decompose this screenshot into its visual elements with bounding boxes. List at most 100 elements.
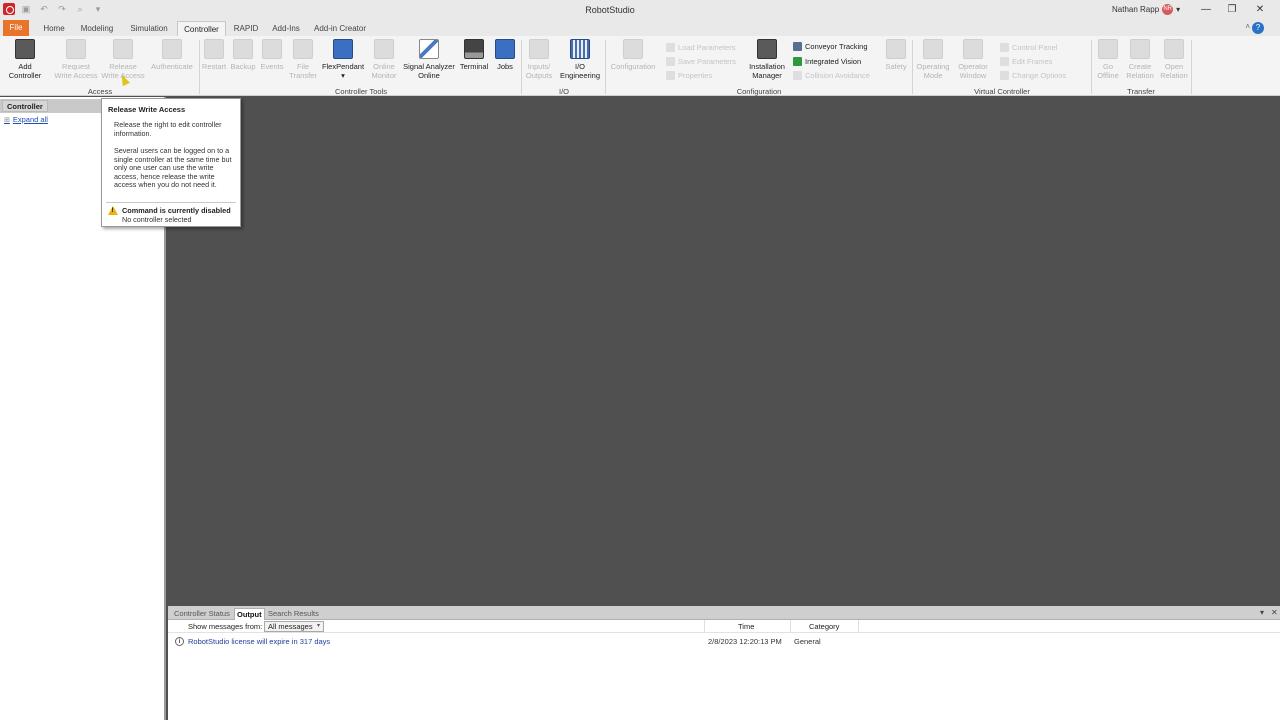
save-parameters-button[interactable]: Save Parameters — [666, 57, 736, 66]
tab-output[interactable]: Output — [234, 608, 265, 620]
tab-home[interactable]: Home — [38, 21, 70, 36]
minimize-button[interactable]: — — [1198, 3, 1214, 17]
message-text: RobotStudio license will expire in 317 d… — [188, 637, 331, 646]
safety-icon — [886, 39, 906, 59]
group-separator — [199, 40, 200, 94]
chevron-down-icon: ▾ — [341, 71, 345, 80]
warning-icon — [108, 206, 118, 215]
add-controller-button[interactable]: Add Controller — [4, 39, 46, 80]
operating-mode-button[interactable]: Operating Mode — [914, 39, 952, 80]
tooltip-warning-title: Command is currently disabled — [122, 206, 231, 215]
user-account[interactable]: Nathan Rapp NR ▾ — [1112, 4, 1180, 15]
group-separator — [521, 40, 522, 94]
jobs-button[interactable]: Jobs — [492, 39, 518, 71]
column-separator — [858, 620, 859, 633]
help-icon[interactable]: ? — [1252, 22, 1264, 34]
expand-icon: ⊞ — [4, 116, 10, 124]
expand-all-link[interactable]: ⊞ Expand all — [4, 115, 48, 124]
tab-modeling[interactable]: Modeling — [76, 21, 118, 36]
group-label-controller-tools: Controller Tools — [335, 87, 387, 96]
online-monitor-icon — [374, 39, 394, 59]
restart-button[interactable]: Restart — [201, 39, 227, 71]
online-monitor-button[interactable]: Online Monitor — [368, 39, 400, 80]
tooltip-title: Release Write Access — [108, 105, 186, 114]
tab-controller-status[interactable]: Controller Status — [172, 608, 232, 620]
events-button[interactable]: Events — [259, 39, 285, 71]
close-button[interactable]: ✕ — [1252, 3, 1268, 17]
avatar: NR — [1162, 4, 1174, 15]
output-toolbar: Show messages from: All messages ▾ Time … — [168, 620, 1280, 633]
request-write-icon — [66, 39, 86, 59]
installation-manager-button[interactable]: Installation Manager — [744, 39, 790, 80]
authenticate-button[interactable]: Authenticate — [148, 39, 196, 71]
io-engineering-button[interactable]: I/O Engineering — [556, 39, 604, 80]
installation-manager-icon — [757, 39, 777, 59]
group-separator — [1091, 40, 1092, 94]
create-relation-button[interactable]: Create Relation — [1124, 39, 1156, 80]
create-relation-icon — [1130, 39, 1150, 59]
open-relation-button[interactable]: Open Relation — [1158, 39, 1190, 80]
safety-button[interactable]: Safety — [882, 39, 910, 71]
signal-analyzer-icon — [419, 39, 439, 59]
inputs-outputs-button[interactable]: Inputs/ Outputs — [524, 39, 554, 80]
release-write-access-tooltip: Release Write Access Release the right t… — [101, 98, 241, 227]
chevron-down-icon: ▾ — [316, 623, 320, 629]
close-icon[interactable]: ✕ — [1271, 608, 1278, 617]
title-bar: ▣ ↶ ↷ ⌕ ▾ RobotStudio Nathan Rapp NR ▾ —… — [0, 0, 1280, 20]
edit-frames-button[interactable]: Edit Frames — [1000, 57, 1052, 66]
message-filter-select[interactable]: All messages ▾ — [264, 621, 324, 632]
change-options-button[interactable]: Change Options — [1000, 71, 1066, 80]
release-write-icon — [113, 39, 133, 59]
tab-search-results[interactable]: Search Results — [266, 608, 321, 620]
properties-button[interactable]: Properties — [666, 71, 712, 80]
signal-analyzer-online-button[interactable]: Signal Analyzer Online — [400, 39, 458, 80]
pane-options-icon[interactable]: ▾ — [1260, 608, 1264, 617]
configuration-button[interactable]: Configuration — [607, 39, 659, 71]
minimize-ribbon-icon[interactable]: ˄ — [1245, 22, 1250, 31]
integrated-vision-button[interactable]: Integrated Vision — [793, 57, 861, 66]
tab-simulation[interactable]: Simulation — [125, 21, 173, 36]
save-parameters-icon — [666, 57, 675, 66]
load-parameters-button[interactable]: Load Parameters — [666, 43, 736, 52]
flexpendant-icon — [333, 39, 353, 59]
file-transfer-button[interactable]: File Transfer — [288, 39, 318, 80]
properties-icon — [666, 71, 675, 80]
restore-button[interactable]: ❐ — [1224, 3, 1240, 17]
column-header-time[interactable]: Time — [738, 622, 754, 631]
authenticate-icon — [162, 39, 182, 59]
request-write-access-button[interactable]: Request Write Access — [52, 39, 100, 80]
io-engineering-icon — [570, 39, 590, 59]
tab-controller-browser[interactable]: Controller — [2, 100, 48, 112]
output-pane: Controller Status Output Search Results … — [168, 606, 1280, 720]
tab-rapid[interactable]: RAPID — [231, 21, 261, 36]
column-header-category[interactable]: Category — [809, 622, 839, 631]
go-offline-button[interactable]: Go Offline — [1094, 39, 1122, 80]
collision-avoidance-button[interactable]: Collision Avoidance — [793, 71, 870, 80]
table-row[interactable]: i RobotStudio license will expire in 317… — [168, 636, 1280, 648]
control-panel-button[interactable]: Control Panel — [1000, 43, 1057, 52]
conveyor-tracking-button[interactable]: Conveyor Tracking — [793, 42, 868, 51]
go-offline-icon — [1098, 39, 1118, 59]
events-icon — [262, 39, 282, 59]
operator-window-button[interactable]: Operator Window — [954, 39, 992, 80]
tab-addin-creator[interactable]: Add-in Creator — [310, 21, 370, 36]
group-label-configuration: Configuration — [736, 87, 782, 96]
group-label-virtual-controller: Virtual Controller — [974, 87, 1030, 96]
group-label-access: Access — [87, 87, 113, 96]
inputs-outputs-icon — [529, 39, 549, 59]
backup-button[interactable]: Backup — [230, 39, 256, 71]
terminal-button[interactable]: Terminal — [458, 39, 490, 71]
group-label-io: I/O — [558, 87, 569, 96]
tab-addins[interactable]: Add-Ins — [268, 21, 304, 36]
window-title: RobotStudio — [585, 5, 635, 15]
change-options-icon — [1000, 71, 1009, 80]
tooltip-description: Release the right to edit controller inf… — [114, 120, 222, 138]
tab-file[interactable]: File — [3, 20, 29, 36]
file-transfer-icon — [293, 39, 313, 59]
load-parameters-icon — [666, 43, 675, 52]
flexpendant-button[interactable]: FlexPendant ▾ — [320, 39, 366, 80]
group-label-transfer: Transfer — [1127, 87, 1155, 96]
configuration-icon — [623, 39, 643, 59]
tab-controller[interactable]: Controller — [177, 21, 226, 36]
user-name: Nathan Rapp — [1112, 5, 1160, 14]
